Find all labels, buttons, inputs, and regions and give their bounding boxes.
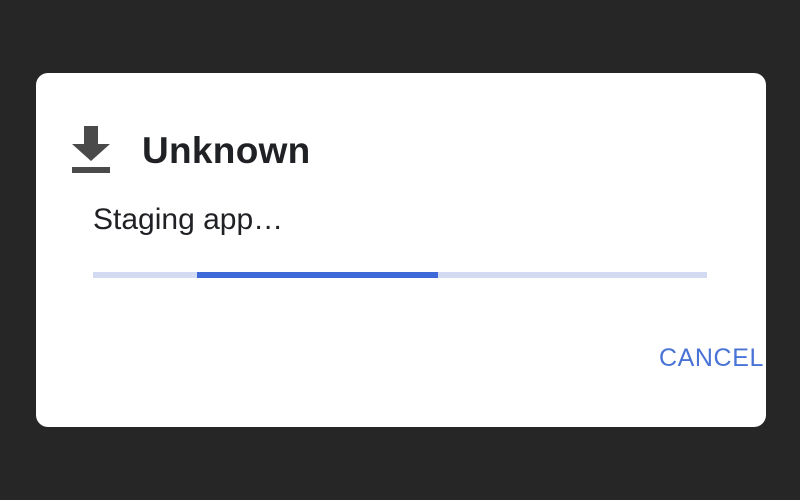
progress-bar — [93, 272, 707, 278]
dialog-header: Unknown — [70, 120, 311, 180]
dialog-title: Unknown — [142, 129, 311, 171]
status-text: Staging app… — [93, 203, 284, 236]
cancel-button[interactable]: CANCEL — [659, 338, 764, 379]
download-icon — [70, 126, 112, 174]
progress-bar-fill — [196, 272, 439, 278]
